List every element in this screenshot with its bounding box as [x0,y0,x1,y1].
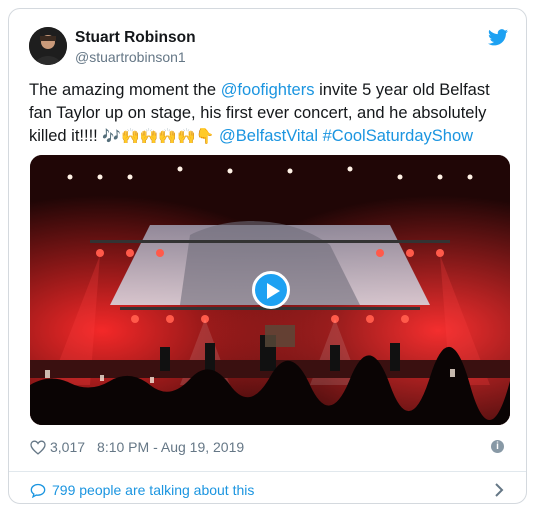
tweet-text: The amazing moment the @foofighters invi… [29,79,509,148]
talking-count[interactable]: 799 people are talking about this [52,482,254,498]
mention-link[interactable]: @BelfastVital [219,127,318,145]
speech-bubble-icon [30,483,46,498]
author-name[interactable]: Stuart Robinson [75,29,196,47]
play-button[interactable] [252,271,290,309]
emoji-sequence: 🎶🙌🙌🙌🙌👇 [102,128,215,145]
conversation-link[interactable]: 799 people are talking about this [30,482,254,498]
tweet-card[interactable]: Stuart Robinson @stuartrobinson1 The ama… [8,8,527,504]
avatar[interactable] [29,27,67,65]
like-count[interactable]: 3,017 [50,439,85,455]
info-icon[interactable]: i [491,440,504,453]
mention-link[interactable]: @foofighters [221,81,315,99]
divider [9,471,526,472]
chevron-right-icon[interactable] [494,483,504,497]
tweet-timestamp[interactable]: 8:10 PM - Aug 19, 2019 [97,439,244,455]
video-player[interactable] [30,155,510,425]
tweet-meta: 3,017 8:10 PM - Aug 19, 2019 [30,439,244,455]
play-icon [267,283,280,299]
twitter-bird-icon[interactable] [488,29,508,46]
tweet-text-part: The amazing moment the [29,81,221,99]
heart-icon[interactable] [30,439,46,455]
author-handle[interactable]: @stuartrobinson1 [75,49,186,65]
hashtag-link[interactable]: #CoolSaturdayShow [323,127,473,145]
